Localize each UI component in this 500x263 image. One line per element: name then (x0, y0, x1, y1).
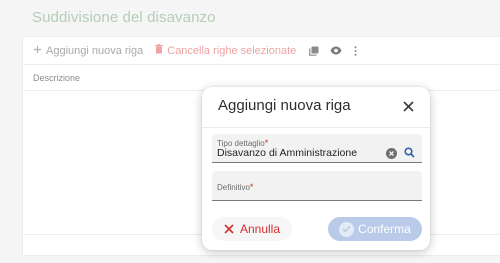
plus-icon (33, 45, 42, 57)
confirm-button[interactable]: Conferma (328, 217, 422, 241)
page-title: Suddivisione del disavanzo (32, 9, 216, 26)
delete-selected-label: Cancella righe selezionate (167, 44, 297, 57)
add-row-dialog: Aggiungi nuova riga Tipo dettaglio* Disa… (202, 87, 430, 250)
x-icon (224, 224, 234, 234)
clear-icon[interactable] (386, 146, 397, 159)
tipo-dettaglio-field[interactable]: Tipo dettaglio* Disavanzo di Amministraz… (212, 134, 422, 163)
delete-selected-button[interactable]: Cancella righe selezionate (155, 44, 296, 57)
cancel-label: Annulla (239, 222, 281, 236)
more-vert-icon[interactable] (354, 45, 357, 56)
tipo-dettaglio-value: Disavanzo di Amministrazione (217, 147, 358, 159)
close-icon[interactable] (400, 98, 416, 114)
dialog-title: Aggiungi nuova riga (218, 97, 351, 114)
add-row-label: Aggiungi nuova riga (46, 44, 144, 57)
add-row-button[interactable]: Aggiungi nuova riga (33, 45, 143, 57)
trash-icon (155, 44, 164, 57)
search-icon[interactable] (404, 145, 415, 158)
copy-icon[interactable] (309, 46, 319, 56)
definitivo-label: Definitivo* (217, 182, 254, 192)
column-header-label: Descrizione (33, 72, 81, 83)
definitivo-field[interactable]: Definitivo* (212, 171, 422, 201)
eye-icon[interactable] (330, 46, 342, 55)
confirm-label: Conferma (358, 222, 411, 236)
cancel-button[interactable]: Annulla (212, 217, 292, 241)
grid-toolbar: Aggiungi nuova riga Cancella righe selez… (23, 37, 500, 65)
dialog-divider (202, 127, 430, 128)
check-circle-icon (339, 221, 355, 237)
